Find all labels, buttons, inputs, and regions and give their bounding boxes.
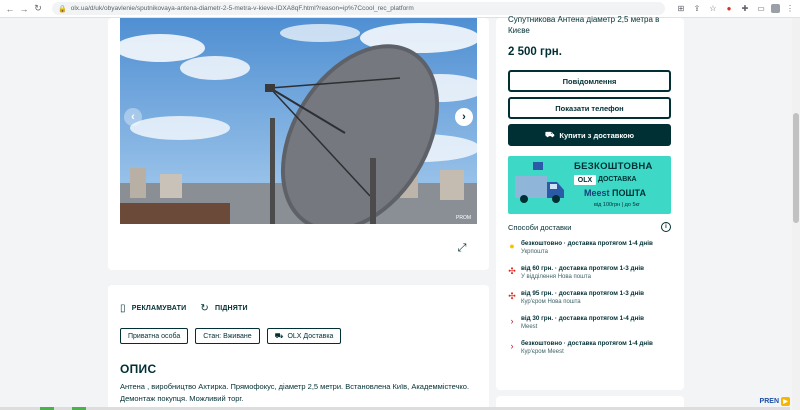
tag-condition: Стан: Вживане (195, 328, 260, 344)
nova-poshta-icon: ✣ (508, 291, 516, 301)
truck-icon: ⛟ (544, 130, 555, 139)
banner-delivery-label: ДОСТАВКА (598, 176, 637, 183)
delivery-method: ✣ від 95 грн. · доставка протягом 1-3 дн… (508, 290, 678, 315)
gallery-next-button[interactable]: › (455, 108, 473, 126)
banner-free-label: БЕЗКОШТОВНА (574, 161, 653, 172)
tag-seller-type: Приватна особа (120, 328, 189, 344)
back-icon[interactable]: ← (4, 3, 16, 15)
meest-logo: Meest ПОШТА (584, 188, 646, 198)
listing-title: Супутникова Антена діаметр 2,5 метра в К… (508, 15, 660, 35)
details-card: ▯ РЕКЛАМУВАТИ ↻ ПІДНЯТИ Приватна особа С… (108, 285, 489, 410)
lock-icon: 🔒 (58, 5, 67, 13)
browser-toolbar: ← → ↻ 🔒 olx.ua/d/uk/obyavlenie/sputnikov… (0, 0, 800, 18)
message-label: Повідомлення (562, 76, 617, 86)
truck-icon: ⛟ (274, 332, 284, 340)
message-button[interactable]: Повідомлення (508, 70, 671, 92)
tag-olx-delivery: ⛟ OLX Доставка (266, 328, 342, 344)
olx-logo: OLX (574, 175, 596, 185)
listing-photo[interactable]: ‹ › PROM (120, 18, 477, 224)
listing-actions: ▯ РЕКЛАМУВАТИ ↻ ПІДНЯТИ (120, 303, 248, 314)
refresh-icon: ↻ (200, 303, 209, 314)
delivery-method-carrier: У відділення Нова пошта (521, 274, 591, 280)
share-icon[interactable]: ⇪ (691, 3, 703, 15)
description-heading: ОПИС (120, 362, 157, 376)
delivery-methods: ● безкоштовно · доставка протягом 1-4 дн… (508, 240, 678, 365)
delivery-method: ✣ від 60 грн. · доставка протягом 1-3 дн… (508, 265, 678, 290)
delivery-method-carrier: Meest (521, 324, 538, 330)
chevron-left-icon: ‹ (131, 111, 135, 123)
delivery-method-carrier: Укрпошта (521, 249, 548, 255)
page-scrollbar[interactable] (792, 18, 800, 410)
listing-price: 2 500 грн. (508, 46, 562, 58)
ukrposhta-icon: ● (509, 241, 515, 251)
gallery-card: ‹ › PROM ⤢ (108, 18, 489, 270)
listing-tags: Приватна особа Стан: Вживане ⛟ OLX Достав… (120, 328, 342, 344)
puzzle-icon[interactable]: ✚ (739, 3, 751, 15)
tag-label: Приватна особа (128, 332, 181, 340)
meest-brand-pochta: ПОШТА (612, 188, 646, 198)
delivery-method-carrier: Кур'єром Meest (521, 349, 564, 355)
delivery-method-title: від 30 грн. · доставка протягом 1-4 днів (521, 315, 644, 322)
meest-icon: › (510, 316, 514, 326)
delivery-method: ● безкоштовно · доставка протягом 1-4 дн… (508, 240, 678, 265)
expand-icon[interactable]: ⤢ (454, 240, 470, 256)
url-text: olx.ua/d/uk/obyavlenie/sputnikovaya-ante… (70, 5, 414, 12)
bookmark-icon: ▯ (120, 303, 126, 314)
sidebar-icon[interactable]: ▭ (755, 3, 767, 15)
tag-label: Стан: Вживане (203, 332, 252, 340)
gallery-prev-button[interactable]: ‹ (124, 108, 142, 126)
delivery-method-title: від 60 грн. · доставка протягом 1-3 днів (521, 265, 644, 272)
listing-sidebar: Супутникова Антена діаметр 2,5 метра в К… (496, 15, 684, 390)
bookmark-star-icon[interactable]: ☆ (707, 3, 719, 15)
show-phone-button[interactable]: Показати телефон (508, 97, 671, 119)
delivery-method-title: безкоштовно · доставка протягом 1-4 днів (521, 240, 653, 247)
raise-button[interactable]: ↻ ПІДНЯТИ (200, 303, 247, 314)
promote-button[interactable]: ▯ РЕКЛАМУВАТИ (120, 303, 186, 314)
logo-badge-icon: ▶ (781, 397, 790, 406)
raise-label: ПІДНЯТИ (214, 305, 248, 312)
nova-poshta-icon: ✣ (508, 266, 516, 276)
meest-brand: Meest (584, 188, 610, 198)
extension-icon[interactable]: ● (723, 3, 735, 15)
reload-icon[interactable]: ↻ (32, 3, 44, 15)
forward-icon[interactable]: → (18, 3, 30, 15)
buy-label: Купити з доставкою (559, 130, 635, 140)
overlay-logo: PREN ▶ (760, 397, 790, 406)
promote-label: РЕКЛАМУВАТИ (131, 305, 187, 312)
delivery-method-carrier: Кур'єром Нова пошта (521, 299, 581, 305)
scrollbar-thumb[interactable] (793, 113, 799, 223)
delivery-truck-illustration (515, 162, 564, 203)
menu-icon[interactable]: ⋮ (784, 3, 796, 15)
delivery-method: › від 30 грн. · доставка протягом 1-4 дн… (508, 315, 678, 340)
chevron-right-icon: › (462, 111, 466, 123)
buy-with-delivery-button[interactable]: ⛟ Купити з доставкою (508, 124, 671, 146)
photo-watermark: PROM (456, 215, 471, 221)
delivery-method: › безкоштовно · доставка протягом 1-4 дн… (508, 340, 678, 365)
description-text: Антена , виробництво Ахтирка. Прямофокус… (120, 382, 470, 403)
info-icon[interactable]: i (661, 222, 671, 232)
delivery-heading: Способи доставки (508, 223, 572, 232)
banner-terms: від 100грн | до 5кг (594, 202, 640, 208)
free-delivery-banner[interactable]: БЕЗКОШТОВНА OLX ДОСТАВКА Meest ПОШТА від… (508, 156, 671, 214)
meest-icon: › (510, 341, 514, 351)
profile-icon[interactable] (771, 4, 780, 13)
delivery-method-title: безкоштовно · доставка протягом 1-4 днів (521, 340, 653, 347)
delivery-method-title: від 95 грн. · доставка протягом 1-3 днів (521, 290, 644, 297)
phone-label: Показати телефон (555, 103, 624, 113)
tag-label: OLX Доставка (287, 332, 334, 340)
translate-icon[interactable]: ⊞ (675, 3, 687, 15)
overlay-logo-text: PREN (759, 398, 779, 405)
